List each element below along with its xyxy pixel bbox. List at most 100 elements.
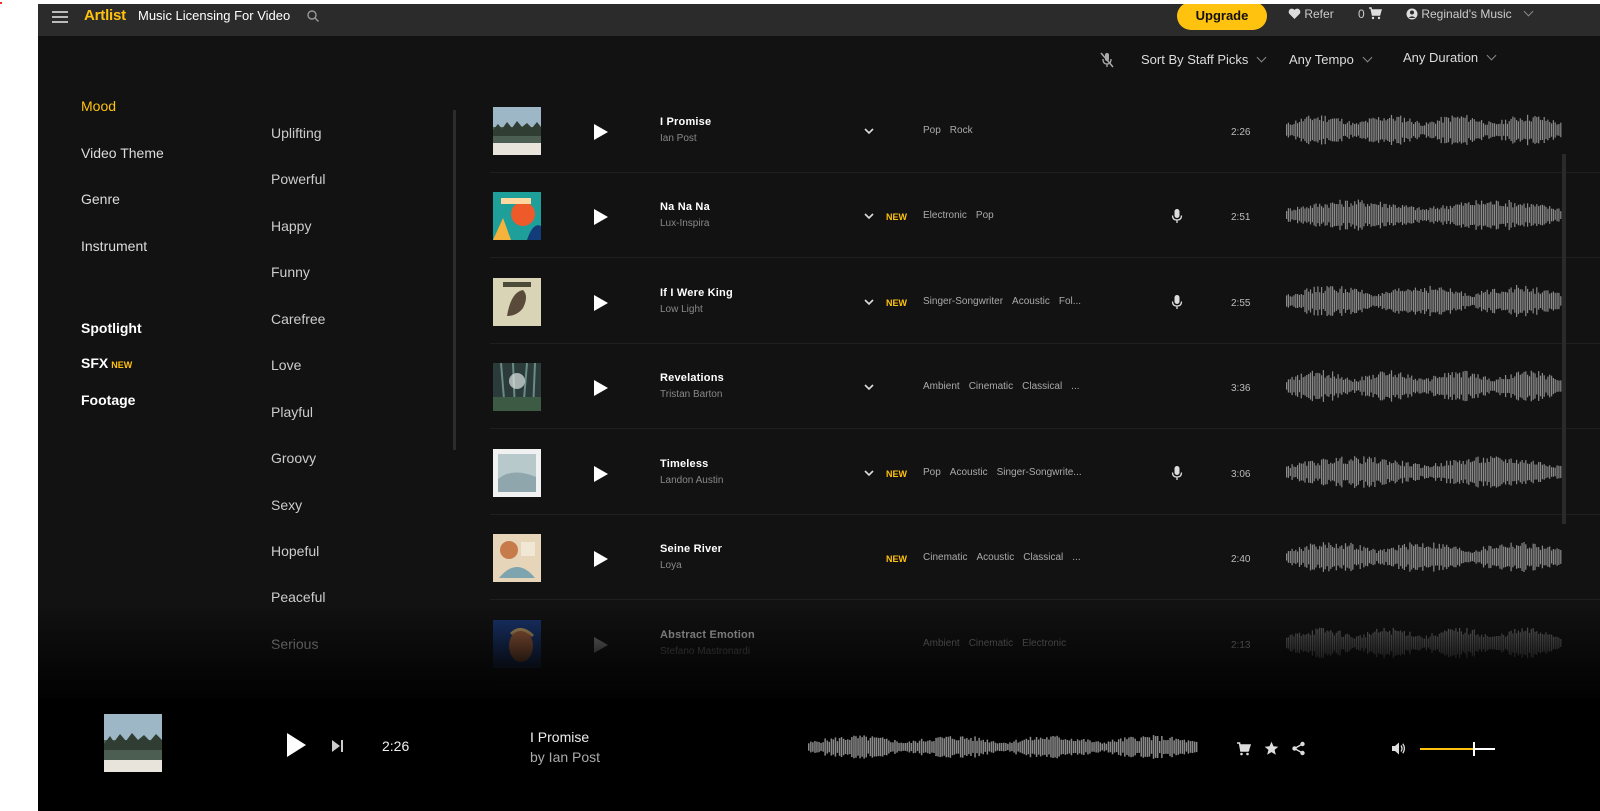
track-waveform[interactable] (1286, 452, 1562, 492)
genre-tag[interactable]: Fol... (1059, 296, 1081, 307)
nav-instrument[interactable]: Instrument (81, 238, 147, 254)
genre-tag[interactable]: Ambient (923, 381, 960, 392)
play-icon[interactable] (593, 208, 609, 226)
track-cover-art[interactable] (493, 363, 541, 411)
track-cover-art[interactable] (493, 107, 541, 155)
genre-tag[interactable]: Classical (1022, 381, 1062, 392)
play-icon[interactable] (285, 732, 307, 758)
genre-tag[interactable]: Pop (923, 125, 941, 136)
play-icon[interactable] (593, 636, 609, 654)
genre-tag[interactable]: Cinematic (969, 381, 1013, 392)
track-title[interactable]: Seine River (660, 543, 722, 555)
genre-tag[interactable]: Singer-Songwrite... (997, 467, 1082, 478)
play-icon[interactable] (593, 294, 609, 312)
play-icon[interactable] (593, 465, 609, 483)
mood-list-scrollbar[interactable] (453, 110, 456, 450)
track-artist[interactable]: Lux-Inspira (660, 218, 709, 229)
genre-tag[interactable]: ... (1071, 381, 1079, 392)
refer-link[interactable]: Refer (1288, 7, 1334, 21)
chevron-down-icon[interactable] (863, 381, 875, 393)
track-title[interactable]: Timeless (660, 458, 708, 470)
track-waveform[interactable] (1286, 110, 1562, 150)
nav-footage[interactable]: Footage (81, 392, 135, 408)
track-row[interactable]: If I Were King Low Light NEW Singer-Songwri… (490, 259, 1600, 344)
track-title[interactable]: If I Were King (660, 287, 733, 299)
track-waveform[interactable] (1286, 366, 1562, 406)
genre-tag[interactable]: Pop (976, 210, 994, 221)
track-row[interactable]: Na Na Na Lux-Inspira NEW Electronic Pop 2:51 (490, 173, 1600, 258)
mood-item[interactable]: Playful (271, 404, 313, 420)
genre-tag[interactable]: Ambient (923, 638, 960, 649)
menu-icon[interactable] (52, 9, 68, 25)
mood-item[interactable]: Love (271, 357, 301, 373)
tempo-dropdown[interactable]: Any Tempo (1289, 52, 1373, 67)
track-cover-art[interactable] (493, 192, 541, 240)
track-waveform[interactable] (1286, 623, 1562, 663)
track-cover-art[interactable] (493, 449, 541, 497)
duration-dropdown[interactable]: Any Duration (1403, 50, 1497, 65)
mood-item[interactable]: Sexy (271, 497, 302, 513)
player-cover-art[interactable] (104, 714, 162, 772)
track-artist[interactable]: Low Light (660, 304, 703, 315)
genre-tag[interactable]: Acoustic (950, 467, 988, 478)
chevron-down-icon[interactable] (863, 125, 875, 137)
mood-item[interactable]: Carefree (271, 311, 325, 327)
nav-mood[interactable]: Mood (81, 98, 116, 114)
track-artist[interactable]: Stefano Mastronardi (660, 646, 750, 657)
chevron-down-icon[interactable] (863, 296, 875, 308)
mood-item[interactable]: Peaceful (271, 589, 325, 605)
nav-sfx[interactable]: SFX NEW (81, 355, 132, 371)
upgrade-button[interactable]: Upgrade (1177, 4, 1267, 30)
track-title[interactable]: Revelations (660, 372, 724, 384)
track-artist[interactable]: Loya (660, 560, 682, 571)
genre-tag[interactable]: Acoustic (976, 552, 1014, 563)
track-title[interactable]: Na Na Na (660, 201, 710, 213)
play-icon[interactable] (593, 379, 609, 397)
sort-dropdown[interactable]: Sort By Staff Picks (1141, 52, 1267, 67)
share-icon[interactable] (1291, 741, 1306, 756)
track-artist[interactable]: Landon Austin (660, 475, 723, 486)
nav-genre[interactable]: Genre (81, 191, 120, 207)
mood-item[interactable]: Powerful (271, 171, 325, 187)
track-cover-art[interactable] (493, 534, 541, 582)
chevron-down-icon[interactable] (863, 210, 875, 222)
page-scrollbar[interactable] (1562, 154, 1566, 524)
account-menu[interactable]: Reginald's Music (1406, 6, 1534, 21)
track-row[interactable]: Revelations Tristan Barton Ambient Cinemati… (490, 344, 1600, 429)
genre-tag[interactable]: Rock (950, 125, 973, 136)
genre-tag[interactable]: Electronic (1022, 638, 1066, 649)
volume-handle[interactable] (1472, 742, 1475, 756)
mood-item[interactable]: Happy (271, 218, 311, 234)
nav-spotlight[interactable]: Spotlight (81, 320, 142, 336)
player-track-artist[interactable]: by Ian Post (530, 749, 600, 765)
genre-tag[interactable]: Pop (923, 467, 941, 478)
track-artist[interactable]: Tristan Barton (660, 389, 722, 400)
brand-logo[interactable]: Artlist (84, 7, 126, 24)
player-waveform[interactable] (808, 732, 1198, 762)
track-cover-art[interactable] (493, 620, 541, 668)
genre-tag[interactable]: Cinematic (969, 638, 1013, 649)
play-icon[interactable] (593, 550, 609, 568)
mood-item[interactable]: Serious (271, 636, 318, 652)
track-artist[interactable]: Ian Post (660, 133, 697, 144)
track-row[interactable]: Abstract Emotion Stefano Mastronardi Ambie… (490, 601, 1600, 686)
volume-slider[interactable] (1420, 742, 1495, 756)
track-waveform[interactable] (1286, 537, 1562, 577)
mood-item[interactable]: Hopeful (271, 543, 319, 559)
track-row[interactable]: I Promise Ian Post Pop Rock 2:26 (490, 88, 1600, 173)
track-row[interactable]: Seine River Loya NEW Cinematic Acoustic Class… (490, 515, 1600, 600)
genre-tag[interactable]: Electronic (923, 210, 967, 221)
mood-item[interactable]: Uplifting (271, 125, 322, 141)
genre-tag[interactable]: Cinematic (923, 552, 967, 563)
track-waveform[interactable] (1286, 281, 1562, 321)
play-icon[interactable] (593, 123, 609, 141)
mood-item[interactable]: Groovy (271, 450, 316, 466)
search-icon[interactable] (306, 9, 320, 23)
skip-next-icon[interactable] (331, 739, 344, 753)
vocals-off-icon[interactable] (1098, 51, 1116, 69)
track-title[interactable]: I Promise (660, 116, 711, 128)
track-row[interactable]: Timeless Landon Austin NEW Pop Acoustic Singe… (490, 430, 1600, 515)
track-title[interactable]: Abstract Emotion (660, 629, 755, 641)
genre-tag[interactable]: ... (1072, 552, 1080, 563)
genre-tag[interactable]: Singer-Songwriter (923, 296, 1003, 307)
